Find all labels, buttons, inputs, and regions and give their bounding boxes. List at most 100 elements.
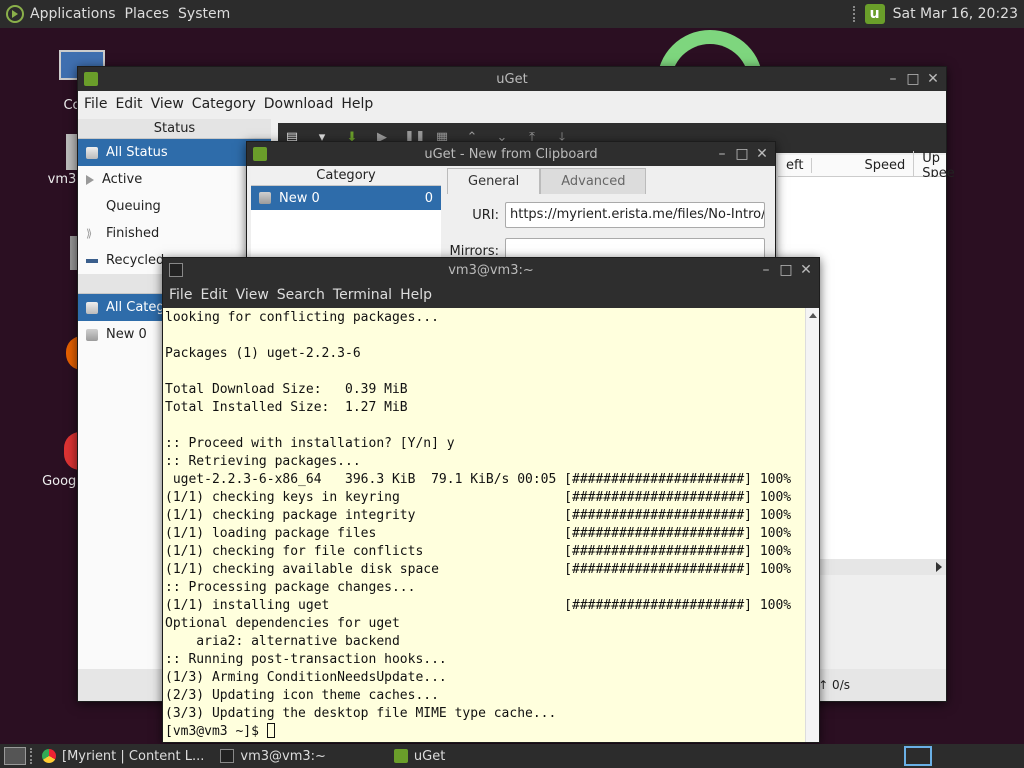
close-icon[interactable]: ✕: [799, 263, 813, 277]
clipboard-dialog: uGet - New from Clipboard – □ ✕ Category…: [246, 141, 776, 264]
terminal-text: looking for conflicting packages... Pack…: [163, 308, 805, 723]
menu-view[interactable]: View: [151, 96, 184, 112]
maximize-icon[interactable]: □: [735, 147, 749, 161]
minimize-icon[interactable]: –: [886, 72, 900, 86]
terminal-window: vm3@vm3:~ – □ ✕ File Edit View Search Te…: [162, 257, 820, 743]
mate-logo-icon[interactable]: [6, 5, 24, 23]
terminal-cursor: [266, 723, 275, 738]
terminal-icon: [220, 749, 235, 763]
maximize-icon[interactable]: □: [906, 72, 920, 86]
category-count: 0: [424, 190, 433, 206]
play-icon: [86, 174, 94, 185]
category-item-new0[interactable]: New 0 0: [251, 186, 441, 210]
uget-icon: [84, 72, 98, 86]
window-title: uGet: [496, 71, 528, 87]
close-icon[interactable]: ✕: [926, 72, 940, 86]
desktop-icon-label: vm3: [47, 172, 77, 187]
upload-speed: ↑ 0/s: [818, 678, 850, 692]
terminal-line: aria2: alternative backend: [165, 634, 400, 649]
task-chrome[interactable]: [Myrient | Content L...: [34, 745, 212, 767]
status-header: Status: [78, 119, 271, 139]
scroll-right-icon[interactable]: [936, 562, 942, 572]
menu-file[interactable]: File: [169, 287, 192, 303]
task-uget[interactable]: uGet: [334, 745, 453, 767]
maximize-icon[interactable]: □: [779, 263, 793, 277]
menu-file[interactable]: File: [84, 96, 107, 112]
column-speed[interactable]: Speed: [811, 158, 913, 173]
places-menu[interactable]: Places: [125, 6, 170, 22]
download-list-header: eft Speed Up Spee: [778, 150, 955, 181]
menu-edit[interactable]: Edit: [200, 287, 227, 303]
status-item-finished[interactable]: ⟫ Finished: [78, 220, 271, 247]
minimize-icon[interactable]: –: [715, 147, 729, 161]
terminal-line: (1/1) checking keys in keyring [########…: [165, 490, 792, 505]
status-item-label: Finished: [106, 226, 160, 241]
uri-row: URI: https://myrient.erista.me/files/No-…: [447, 202, 765, 228]
status-item-label: All Status: [106, 145, 168, 160]
show-desktop-icon[interactable]: [4, 747, 26, 765]
dialog-tabs: General Advanced: [447, 168, 647, 194]
terminal-output[interactable]: looking for conflicting packages... Pack…: [163, 308, 805, 742]
task-terminal[interactable]: vm3@vm3:~: [212, 745, 334, 767]
terminal-title: vm3@vm3:~: [448, 262, 534, 278]
finished-icon: ⟫: [86, 226, 93, 240]
terminal-line: Packages (1) uget-2.2.3-6: [165, 346, 361, 361]
terminal-menubar: File Edit View Search Terminal Help: [163, 282, 819, 308]
terminal-line: (1/3) Arming ConditionNeedsUpdate...: [165, 670, 447, 685]
status-item-label: Recycled: [106, 253, 165, 268]
workspace-switcher[interactable]: [904, 746, 932, 766]
menu-help[interactable]: Help: [400, 287, 432, 303]
terminal-prompt: [vm3@vm3 ~]$: [165, 724, 267, 739]
system-menu[interactable]: System: [178, 6, 230, 22]
menu-search[interactable]: Search: [277, 287, 325, 303]
menu-terminal[interactable]: Terminal: [333, 287, 392, 303]
clock[interactable]: Sat Mar 16, 20:23: [893, 6, 1018, 22]
applications-menu[interactable]: Applications: [30, 6, 116, 22]
desktop-icon-label: Googl: [42, 474, 80, 489]
top-panel: Applications Places System u Sat Mar 16,…: [0, 0, 1024, 28]
status-item-label: Queuing: [106, 199, 161, 214]
menu-help[interactable]: Help: [341, 96, 373, 112]
scroll-up-icon[interactable]: [809, 313, 817, 318]
dialog-title: uGet - New from Clipboard: [424, 146, 598, 162]
file-icon: [86, 301, 98, 314]
tab-general[interactable]: General: [447, 168, 541, 194]
terminal-line: :: Proceed with installation? [Y/n] y: [165, 436, 455, 451]
status-item-queuing[interactable]: Queuing: [78, 193, 271, 220]
menu-category[interactable]: Category: [192, 96, 256, 112]
menu-view[interactable]: View: [236, 287, 269, 303]
terminal-scrollbar[interactable]: [805, 308, 819, 742]
uri-field[interactable]: https://myrient.erista.me/files/No-Intro…: [505, 202, 765, 228]
uri-label: URI:: [472, 207, 499, 223]
horizontal-scrollbar[interactable]: [818, 559, 946, 575]
terminal-line: uget-2.2.3-6-x86_64 396.3 KiB 79.1 KiB/s…: [165, 472, 792, 487]
tab-advanced[interactable]: Advanced: [540, 168, 647, 194]
column-up-speed[interactable]: Up Spee: [913, 150, 963, 181]
menu-edit[interactable]: Edit: [115, 96, 142, 112]
status-item-active[interactable]: Active: [78, 166, 271, 193]
uget-titlebar[interactable]: uGet – □ ✕: [78, 67, 946, 91]
status-item-label: Active: [102, 172, 143, 187]
status-item-all[interactable]: All Status: [78, 139, 271, 166]
category-header: Category: [251, 166, 441, 186]
terminal-line: :: Retrieving packages...: [165, 454, 361, 469]
terminal-line: (1/1) checking available disk space [###…: [165, 562, 792, 577]
terminal-line: (1/1) installing uget [#################…: [165, 598, 792, 613]
column-left[interactable]: eft: [778, 158, 811, 173]
menu-download[interactable]: Download: [264, 96, 334, 112]
file-icon: [259, 192, 271, 204]
terminal-line: Optional dependencies for uget: [165, 616, 400, 631]
terminal-titlebar[interactable]: vm3@vm3:~ – □ ✕: [163, 258, 819, 282]
panel-grip-icon: [852, 6, 857, 22]
minimize-icon[interactable]: –: [759, 263, 773, 277]
task-label: [Myrient | Content L...: [62, 748, 205, 764]
uget-tray-icon[interactable]: u: [864, 4, 885, 24]
terminal-line: (2/3) Updating icon theme caches...: [165, 688, 439, 703]
task-label: vm3@vm3:~: [240, 748, 326, 764]
close-icon[interactable]: ✕: [755, 147, 769, 161]
terminal-icon: [169, 263, 183, 277]
uget-menubar: File Edit View Category Download Help: [78, 91, 946, 117]
dialog-titlebar[interactable]: uGet - New from Clipboard – □ ✕: [247, 142, 775, 166]
